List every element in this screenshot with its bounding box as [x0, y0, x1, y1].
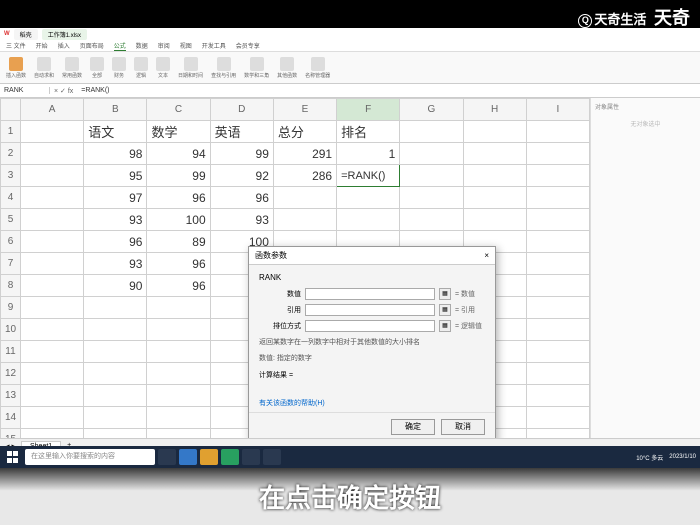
rtab-layout[interactable]: 页面布局	[80, 41, 104, 50]
cancel-button[interactable]: 取消	[441, 419, 485, 435]
btn-date[interactable]: 日期和时间	[178, 57, 203, 79]
param-order-label: 排位方式	[259, 321, 301, 331]
tab-home[interactable]: 稻壳	[14, 29, 38, 40]
spreadsheet-grid[interactable]: ABCDEFGHI1语文数学英语总分排名29894992911395999228…	[0, 98, 590, 438]
start-button[interactable]	[4, 448, 22, 466]
side-panel-title: 对象属性	[595, 102, 696, 111]
rtab-dev[interactable]: 开发工具	[202, 41, 226, 50]
ref-picker-icon[interactable]: ▦	[439, 320, 451, 332]
weather: 10°C 多云	[636, 453, 663, 462]
btn-names[interactable]: 名称管理器	[305, 57, 330, 79]
param-number-input[interactable]	[305, 288, 435, 300]
task-icon[interactable]	[263, 449, 281, 465]
btn-text[interactable]: 文本	[156, 57, 170, 79]
tab-workbook[interactable]: 工作簿1.xlsx	[42, 29, 87, 40]
task-icon[interactable]	[200, 449, 218, 465]
btn-other[interactable]: 其他函数	[277, 57, 297, 79]
ref-picker-icon[interactable]: ▦	[439, 304, 451, 316]
ribbon: 插入函数 自动求和 常用函数 全部 财务 逻辑 文本 日期和时间 查找与引用 数…	[0, 52, 700, 84]
formula-bar: RANK × ✓ fx =RANK()	[0, 84, 700, 98]
btn-insert-fn[interactable]: 插入函数	[6, 57, 26, 79]
task-icon[interactable]	[179, 449, 197, 465]
dialog-help-link[interactable]: 有关该函数的帮助(H)	[249, 394, 495, 412]
taskbar: 在这里输入你要搜索的内容 10°C 多云 2023/1/10	[0, 446, 700, 468]
rtab-data[interactable]: 数据	[136, 41, 148, 50]
param-number-label: 数值	[259, 289, 301, 299]
system-tray[interactable]: 10°C 多云 2023/1/10	[636, 453, 696, 462]
task-icon[interactable]	[158, 449, 176, 465]
app-window: W 稻壳 工作簿1.xlsx 三 文件 开始 插入 页面布局 公式 数据 审阅 …	[0, 28, 700, 468]
side-panel-empty: 无对象选中	[595, 119, 696, 128]
function-args-dialog: 函数参数 × RANK 数值 ▦ = 数值 引用 ▦ = 引用	[248, 246, 496, 438]
param-order-input[interactable]	[305, 320, 435, 332]
rtab-review[interactable]: 审阅	[158, 41, 170, 50]
rtab-start[interactable]: 开始	[36, 41, 48, 50]
rtab-insert[interactable]: 插入	[58, 41, 70, 50]
dialog-title: 函数参数	[255, 250, 287, 261]
close-icon[interactable]: ×	[484, 251, 489, 260]
dialog-func-name: RANK	[259, 273, 485, 282]
rtab-formula[interactable]: 公式	[114, 41, 126, 51]
task-icon[interactable]	[221, 449, 239, 465]
name-box[interactable]: RANK	[0, 87, 50, 94]
side-panel: 对象属性 无对象选中	[590, 98, 700, 438]
menu-file[interactable]: 三 文件	[6, 41, 26, 50]
clock: 2023/1/10	[669, 454, 696, 460]
rtab-view[interactable]: 视图	[180, 41, 192, 50]
taskbar-search[interactable]: 在这里输入你要搜索的内容	[25, 449, 155, 465]
btn-common[interactable]: 常用函数	[62, 57, 82, 79]
dialog-result: 计算结果 =	[259, 370, 485, 380]
rtab-member[interactable]: 会员专享	[236, 41, 260, 50]
formula-controls[interactable]: × ✓ fx	[50, 87, 77, 95]
video-subtitle: 在点击确定按钮	[0, 478, 700, 515]
param-ref-label: 引用	[259, 305, 301, 315]
titlebar: W 稻壳 工作簿1.xlsx	[0, 28, 700, 40]
btn-finance[interactable]: 财务	[112, 57, 126, 79]
btn-all[interactable]: 全部	[90, 57, 104, 79]
param-ref-eq: = 引用	[455, 305, 485, 315]
dialog-param-hint: 数值: 指定的数字	[259, 354, 485, 364]
app-logo: W	[4, 31, 10, 37]
btn-autosum[interactable]: 自动求和	[34, 57, 54, 79]
ok-button[interactable]: 确定	[391, 419, 435, 435]
btn-logic[interactable]: 逻辑	[134, 57, 148, 79]
formula-input[interactable]: =RANK()	[77, 87, 113, 94]
btn-lookup[interactable]: 查找与引用	[211, 57, 236, 79]
param-ref-input[interactable]	[305, 304, 435, 316]
param-number-eq: = 数值	[455, 289, 485, 299]
param-order-eq: = 逻辑值	[455, 321, 485, 331]
ribbon-tabs: 三 文件 开始 插入 页面布局 公式 数据 审阅 视图 开发工具 会员专享	[0, 40, 700, 52]
dialog-description: 返回某数字在一列数字中相对于其他数值的大小排名	[259, 338, 485, 348]
watermark-icon: Q	[578, 14, 592, 28]
watermark: Q天奇生活 天奇	[578, 4, 690, 30]
task-icon[interactable]	[242, 449, 260, 465]
ref-picker-icon[interactable]: ▦	[439, 288, 451, 300]
btn-math[interactable]: 数学和三角	[244, 57, 269, 79]
